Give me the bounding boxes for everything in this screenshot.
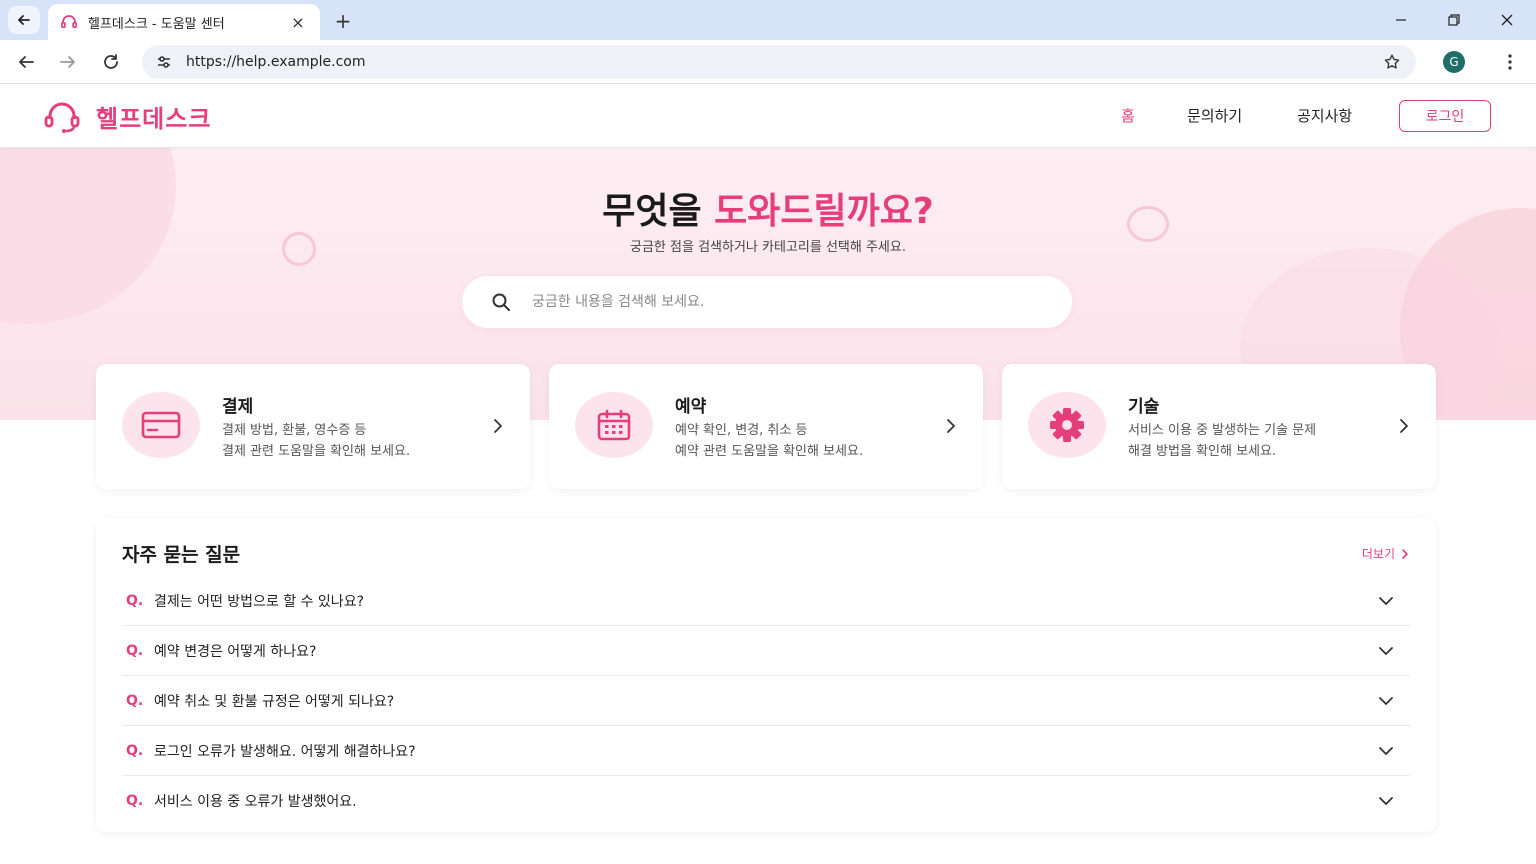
back-button[interactable] (12, 48, 40, 76)
search-input[interactable] (532, 294, 1012, 310)
faq-more-label: 더보기 (1361, 547, 1395, 561)
card-desc-line: 서비스 이용 중 발생하는 기술 문제 (1128, 423, 1317, 438)
address-bar[interactable]: https://help.example.com (142, 45, 1416, 79)
url-text[interactable]: https://help.example.com (186, 54, 1380, 70)
card-desc-line: 해결 방법을 확인해 보세요. (1128, 444, 1277, 459)
faq-question: 서비스 이용 중 오류가 발생했어요. (154, 794, 357, 810)
logo-text: 헬프데스크 (96, 105, 212, 133)
credit-card-icon (122, 392, 200, 458)
minimize-icon (1396, 19, 1406, 21)
headset-icon (61, 15, 77, 29)
forward-button[interactable] (54, 48, 82, 76)
profile-avatar[interactable]: G (1443, 51, 1465, 73)
nav-home[interactable]: 홈 (1121, 105, 1135, 126)
faq-q-prefix: Q. (126, 742, 144, 759)
gear-icon (1028, 392, 1106, 458)
site-logo[interactable]: 헬프데스크 (44, 99, 211, 134)
card-desc-line: 예약 관련 도움말을 확인해 보세요. (675, 444, 864, 459)
faq-item[interactable]: Q. 결제는 어떤 방법으로 할 수 있나요? (122, 576, 1410, 626)
site-settings-icon[interactable] (154, 52, 174, 72)
category-card-payment[interactable]: 결제 결제 방법, 환불, 영수증 등 결제 관련 도움말을 확인해 보세요. (96, 364, 530, 489)
faq-q-prefix: Q. (126, 642, 144, 659)
card-desc-line: 결제 관련 도움말을 확인해 보세요. (222, 444, 411, 459)
chevron-right-icon (941, 416, 961, 436)
chevron-down-icon[interactable] (1376, 741, 1396, 761)
maximize-button[interactable] (1434, 6, 1474, 34)
faq-item[interactable]: Q. 로그인 오류가 발생해요. 어떻게 해결하나요? (122, 726, 1410, 776)
faq-more-link[interactable]: 더보기 (1362, 545, 1410, 562)
arrow-left-icon (18, 15, 30, 25)
card-description: 예약 확인, 변경, 취소 등 예약 관련 도움말을 확인해 보세요. (675, 420, 863, 462)
hero-title-main: 무엇을 (602, 191, 715, 232)
headset-logo-icon (44, 102, 80, 133)
site-header: 헬프데스크 홈 문의하기 공지사항 로그인 (0, 85, 1536, 148)
card-desc-line: 예약 확인, 변경, 취소 등 (675, 423, 808, 438)
faq-question: 로그인 오류가 발생해요. 어떻게 해결하나요? (154, 743, 416, 760)
chevron-down-icon[interactable] (1376, 791, 1396, 811)
browser-toolbar: https://help.example.com G (0, 40, 1536, 84)
category-card-reservation[interactable]: 예약 예약 확인, 변경, 취소 등 예약 관련 도움말을 확인해 보세요. (549, 364, 983, 489)
card-description: 결제 방법, 환불, 영수증 등 결제 관련 도움말을 확인해 보세요. (222, 420, 410, 462)
faq-q-prefix: Q. (126, 793, 144, 809)
tab-search-button[interactable] (8, 6, 40, 34)
nav-notices[interactable]: 공지사항 (1297, 105, 1352, 126)
hero-title: 무엇을 도와드릴까요? (0, 182, 1536, 234)
chevron-right-icon (488, 416, 508, 436)
calendar-icon (575, 392, 653, 458)
card-description: 서비스 이용 중 발생하는 기술 문제 해결 방법을 확인해 보세요. (1128, 420, 1316, 462)
browser-menu-icon[interactable] (1498, 50, 1522, 74)
reload-icon (104, 54, 118, 69)
search-icon[interactable] (490, 291, 512, 313)
nav-contact[interactable]: 문의하기 (1187, 105, 1242, 126)
category-card-technical[interactable]: 기술 서비스 이용 중 발생하는 기술 문제 해결 방법을 확인해 보세요. (1002, 364, 1436, 489)
faq-question: 예약 변경은 어떻게 하나요? (154, 643, 317, 660)
tab-close-icon[interactable]: × (288, 12, 308, 32)
card-title: 기술 (1128, 397, 1160, 417)
tab-title: 헬프데스크 - 도움말 센터 (88, 16, 225, 32)
faq-title: 자주 묻는 질문 (122, 544, 241, 566)
card-title: 예약 (675, 397, 707, 417)
browser-tab[interactable]: 헬프데스크 - 도움말 센터 × (48, 4, 320, 40)
chevron-right-icon (1394, 416, 1414, 436)
chevron-down-icon[interactable] (1376, 691, 1396, 711)
faq-section: 자주 묻는 질문 더보기 Q. 결제는 어떤 방법으로 할 수 있나요? Q. … (96, 518, 1436, 832)
hero-subtitle: 궁금한 점을 검색하거나 카테고리를 선택해 주세요. (630, 240, 906, 255)
back-arrow-icon (19, 56, 34, 68)
search-box[interactable] (462, 276, 1072, 328)
chevron-down-icon[interactable] (1376, 591, 1396, 611)
browser-tabstrip: 헬프데스크 - 도움말 센터 × + (0, 0, 1536, 40)
chevron-right-icon (1402, 548, 1408, 559)
faq-q-prefix: Q. (126, 692, 144, 709)
faq-list: Q. 결제는 어떤 방법으로 할 수 있나요? Q. 예약 변경은 어떻게 하나… (122, 576, 1410, 826)
reload-button[interactable] (97, 48, 125, 76)
card-desc-line: 결제 방법, 환불, 영수증 등 (222, 423, 367, 438)
close-icon (1501, 14, 1513, 26)
faq-item[interactable]: Q. 예약 변경은 어떻게 하나요? (122, 626, 1410, 676)
faq-question: 결제는 어떤 방법으로 할 수 있나요? (154, 593, 365, 610)
minimize-button[interactable] (1381, 6, 1421, 34)
forward-arrow-icon (60, 56, 75, 68)
faq-item[interactable]: Q. 예약 취소 및 환불 규정은 어떻게 되나요? (122, 676, 1410, 726)
close-window-button[interactable] (1487, 6, 1527, 34)
faq-item[interactable]: Q. 서비스 이용 중 오류가 발생했어요. (122, 776, 1410, 826)
card-title: 결제 (222, 397, 254, 417)
bookmark-star-icon[interactable] (1380, 50, 1404, 74)
restore-icon (1448, 14, 1460, 26)
login-button[interactable]: 로그인 (1399, 100, 1491, 132)
hero-title-accent: 도와드릴까요? (714, 191, 934, 232)
chevron-down-icon[interactable] (1376, 641, 1396, 661)
faq-question: 예약 취소 및 환불 규정은 어떻게 되나요? (154, 693, 395, 710)
new-tab-button[interactable]: + (330, 8, 356, 34)
faq-q-prefix: Q. (126, 592, 144, 609)
